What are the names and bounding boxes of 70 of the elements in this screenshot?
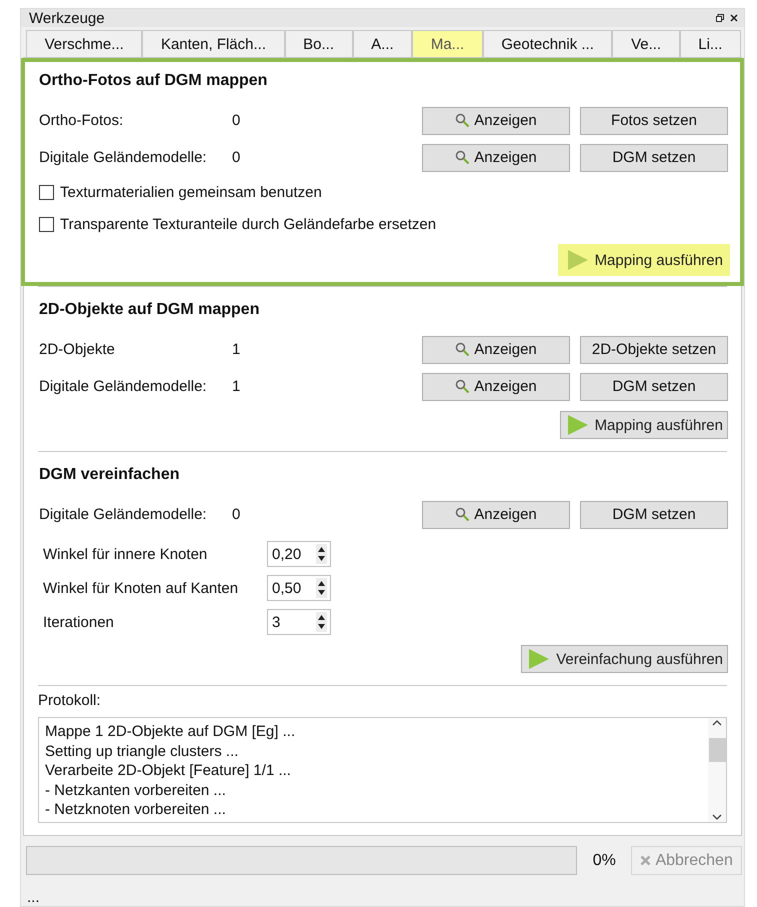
progress-reading: 0%: [592, 852, 617, 870]
number-field[interactable]: 0,50: [267, 575, 331, 601]
log-label: Protokoll:: [38, 692, 102, 709]
log-line: Setting up triangle clusters ...: [45, 742, 240, 761]
run-button[interactable]: Mapping ausführen: [560, 411, 728, 439]
set-button[interactable]: Fotos setzen: [580, 106, 728, 134]
section-heading: 2D-Objekte auf DGM mappen: [39, 301, 260, 319]
tab[interactable]: Li...: [680, 30, 742, 57]
restore-icon[interactable]: [716, 14, 724, 22]
count-value: 1: [232, 378, 242, 395]
spinner-arrows-icon[interactable]: [316, 612, 327, 632]
checkbox[interactable]: [39, 184, 54, 200]
set-button[interactable]: DGM setzen: [580, 144, 728, 172]
show-button[interactable]: Anzeigen: [422, 372, 570, 400]
count-value: 0: [232, 506, 242, 523]
status-text: ...: [27, 889, 41, 906]
run-button[interactable]: Vereinfachung ausführen: [521, 645, 728, 673]
log-line: Mappe 1 2D-Objekte auf DGM [Eg] ...: [45, 722, 296, 742]
set-button[interactable]: 2D-Objekte setzen: [580, 336, 728, 364]
parameter-label: Winkel für innere Knoten: [43, 546, 208, 562]
field-label: Ortho-Fotos:: [39, 112, 124, 129]
show-button[interactable]: Anzeigen: [422, 500, 570, 528]
show-button[interactable]: Anzeigen: [422, 144, 570, 172]
scroll-down-icon[interactable]: [712, 814, 722, 820]
checkbox-label: Transparente Texturanteile durch Geländefarbe ersetzen: [60, 216, 436, 232]
number-field[interactable]: 0,20: [267, 541, 331, 567]
tab[interactable]: Kanten, Fläch...: [142, 30, 285, 57]
checkbox-label: Texturmaterialien gemeinsam benutzen: [60, 184, 322, 200]
field-label: Digitale Geländemodelle:: [39, 506, 208, 523]
play-icon: [566, 249, 589, 271]
log-line: Verarbeite 2D-Objekt [Feature] 1/1 ...: [45, 761, 292, 780]
show-button[interactable]: Anzeigen: [422, 336, 570, 364]
spinner-arrows-icon[interactable]: [316, 544, 327, 564]
run-button[interactable]: Mapping ausführen: [560, 246, 728, 274]
search-icon: [455, 150, 470, 165]
scroll-up-icon[interactable]: [712, 720, 722, 726]
set-button[interactable]: DGM setzen: [580, 372, 728, 400]
set-button[interactable]: DGM setzen: [580, 500, 728, 528]
search-icon: [455, 113, 470, 128]
scrollbar-thumb[interactable]: [708, 738, 726, 762]
tab[interactable]: Geotechnik ...: [482, 30, 612, 57]
section-heading: DGM vereinfachen: [39, 466, 180, 484]
parameter-label: Iterationen: [43, 614, 115, 630]
log-line: - Netzkanten vorbereiten ...: [45, 780, 227, 800]
close-icon[interactable]: [730, 14, 738, 22]
checkbox[interactable]: [39, 216, 54, 232]
field-label: 2D-Objekte: [39, 341, 116, 358]
tab[interactable]: A...: [352, 30, 412, 57]
window-title: Werkzeuge: [29, 10, 105, 26]
parameter-label: Winkel für Knoten auf Kanten: [43, 580, 240, 596]
show-button[interactable]: Anzeigen: [422, 106, 570, 134]
tab[interactable]: Ve...: [612, 30, 680, 57]
field-label: Digitale Geländemodelle:: [39, 378, 208, 395]
close-icon: [640, 855, 652, 866]
search-icon: [455, 379, 470, 394]
search-icon: [455, 507, 470, 522]
tab[interactable]: Verschme...: [26, 30, 142, 57]
search-icon: [455, 342, 470, 357]
spinner-arrows-icon[interactable]: [316, 578, 327, 598]
count-value: 0: [232, 149, 242, 166]
tab[interactable]: Ma...: [412, 30, 483, 57]
number-field[interactable]: 3: [267, 609, 331, 635]
log-line: - Netzknoten vorbereiten ...: [45, 800, 227, 820]
field-label: Digitale Geländemodelle:: [39, 149, 208, 166]
tab[interactable]: Bo...: [284, 30, 353, 57]
play-icon: [566, 414, 589, 436]
count-value: 1: [232, 341, 242, 358]
play-icon: [528, 648, 550, 670]
count-value: 0: [232, 112, 242, 129]
section-heading: Ortho-Fotos auf DGM mappen: [39, 72, 268, 90]
